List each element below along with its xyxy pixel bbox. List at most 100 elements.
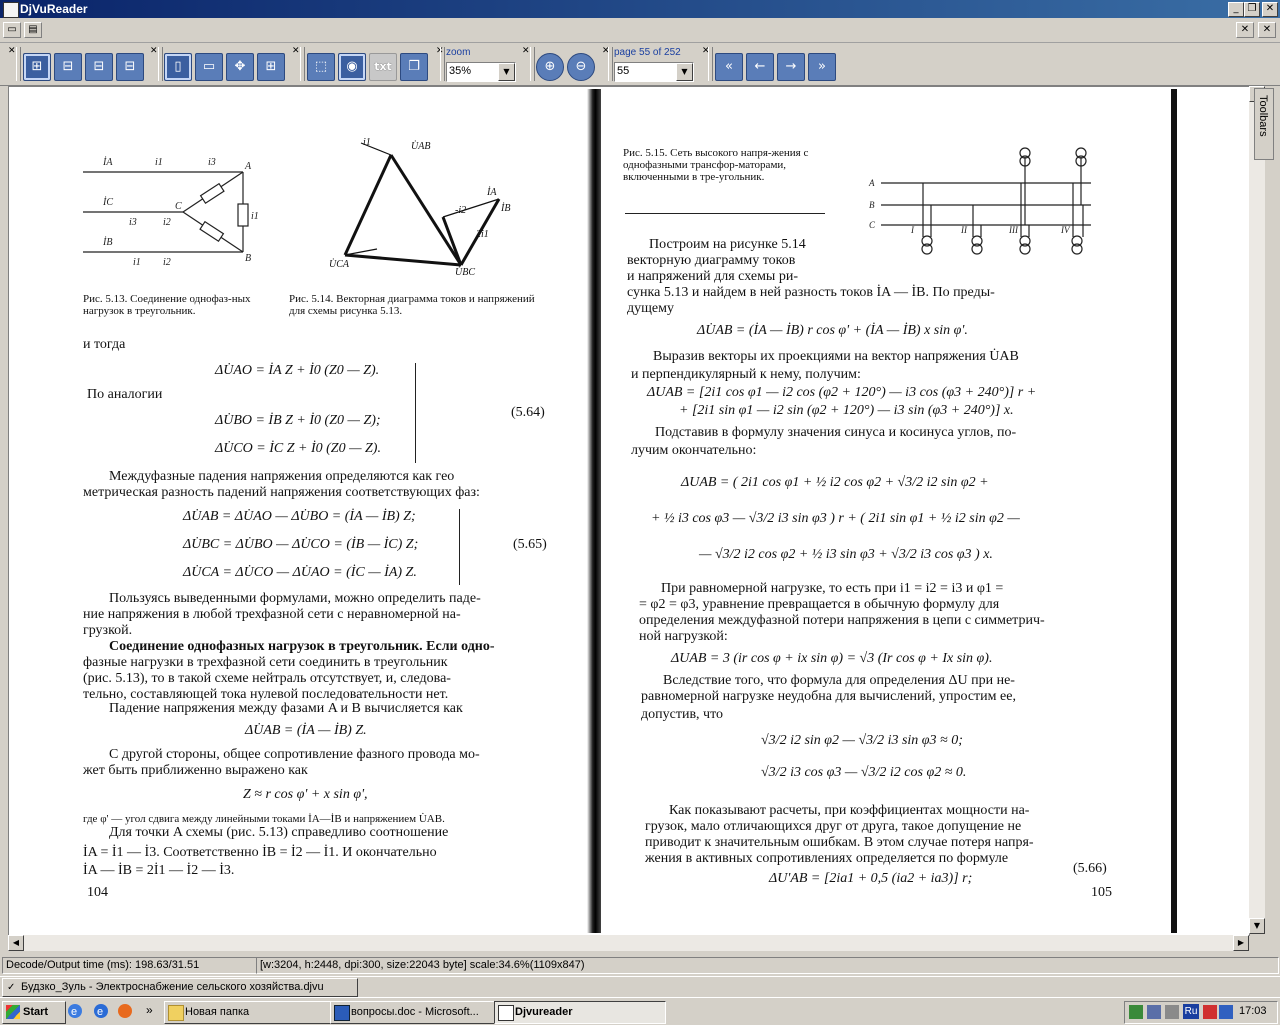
figure-5-13: İA i1 i3 A İC i3 i2 C İB i1 i2 B i1 [83, 156, 259, 268]
prev-page-icon[interactable]: ← [746, 53, 774, 81]
network-icon[interactable] [1129, 1005, 1143, 1019]
document-tab-bar: ✓ Будзко_Зуль - Электроснабжение сельско… [0, 976, 1280, 997]
toolbar-grip[interactable] [530, 47, 535, 81]
copy-icon[interactable]: ❐ [400, 53, 428, 81]
maximize-icon[interactable]: ❐ [1244, 2, 1260, 17]
svg-text:i3: i3 [208, 157, 216, 168]
toolbar-close-icon[interactable]: ✕ [8, 46, 16, 56]
djvu-icon [498, 1005, 514, 1021]
app-close-icon[interactable]: ✕ [1258, 22, 1276, 38]
folder-icon [168, 1005, 184, 1021]
open-folder-icon[interactable]: ▭ [3, 22, 21, 38]
more-icon[interactable]: » [146, 1003, 153, 1017]
toolbar-close-icon[interactable]: ✕ [522, 46, 530, 56]
text-line: векторную диаграмму токов [627, 253, 796, 268]
toolbar-grip[interactable] [158, 47, 163, 81]
scroll-left-icon[interactable]: ◀ [8, 935, 24, 951]
caption-5-13: Рис. 5.13. Соединение однофаз-ных нагруз… [83, 293, 251, 317]
search-icon[interactable] [1147, 1005, 1161, 1019]
single-page-icon[interactable]: ▯ [164, 53, 192, 81]
vertical-scrollbar[interactable]: ▲ ▼ [1249, 86, 1265, 934]
svg-text:i1: i1 [155, 157, 163, 168]
toolbar-grip[interactable] [16, 47, 21, 81]
text-mode-button[interactable]: txt [369, 53, 397, 81]
next-page-icon[interactable]: → [777, 53, 805, 81]
antivirus-icon[interactable] [1203, 1005, 1217, 1019]
text-line: фазные нагрузки в трехфазной сети соедин… [83, 655, 448, 670]
svg-text:i2: i2 [163, 257, 171, 268]
page-select[interactable]: 55 ▼ [614, 62, 694, 82]
toolbars-tab[interactable]: Toolbars [1254, 88, 1274, 160]
toolbar-grip[interactable] [300, 47, 305, 81]
quicklaunch-ie-icon[interactable]: e [66, 1002, 84, 1020]
chevron-down-icon[interactable]: ▼ [676, 63, 693, 81]
doc-close-icon[interactable]: ✕ [1236, 22, 1254, 38]
continuous-icon[interactable]: ✥ [226, 53, 254, 81]
toolbar-close-icon[interactable]: ✕ [292, 46, 300, 56]
brace [453, 509, 460, 585]
scroll-right-icon[interactable]: ▶ [1233, 935, 1249, 951]
svg-text:i1: i1 [363, 137, 371, 148]
document-view[interactable]: İA i1 i3 A İC i3 i2 C İB i1 i2 B i1 U̇AB i1 U̇CA U̇B… [8, 86, 1250, 936]
toolbar: ✕ ⊞ ⊟ ⊟ ⊟ ✕ ▯ ▭ ✥ ⊞ ✕ ⬚ ◉ txt ❐ ✕ zoom 3… [0, 43, 1280, 86]
svg-text:A: A [244, 161, 252, 172]
text-line: Междуфазные падения напряжения определяю… [109, 469, 455, 484]
text-line: метрическая разность падений напряжения … [83, 485, 480, 500]
page-number: 104 [87, 885, 108, 900]
formula-line: Z ≈ r cos φ' + x sin φ', [243, 787, 368, 802]
close-icon[interactable]: ✕ [1262, 2, 1278, 17]
language-indicator[interactable]: Ru [1183, 1004, 1199, 1019]
svg-text:C: C [175, 201, 182, 212]
taskbar-item-folder[interactable]: Новая папка [164, 1001, 336, 1024]
quicklaunch-firefox-icon[interactable] [116, 1002, 134, 1020]
toolbar-grip[interactable] [608, 47, 613, 81]
app-icon [3, 2, 19, 18]
formula-line: √3/2 i2 sin φ2 — √3/2 i3 sin φ3 ≈ 0; [761, 733, 963, 748]
chevron-down-icon[interactable]: ▼ [498, 63, 515, 81]
document-tab-label: Будзко_Зуль - Электроснабжение сельского… [21, 981, 324, 993]
thumbnail-view-4-icon[interactable]: ⊟ [116, 53, 144, 81]
windows-logo-icon [6, 1005, 20, 1019]
text-line: İA — İB = 2İ1 — İ2 — İ3. [83, 863, 235, 878]
zoom-out-icon[interactable]: ⊖ [567, 53, 595, 81]
zoom-in-icon[interactable]: ⊕ [536, 53, 564, 81]
image-mode-icon[interactable]: ◉ [338, 53, 366, 81]
svg-text:İC: İC [102, 196, 113, 208]
thumbnail-view-1-icon[interactable]: ⊞ [23, 53, 51, 81]
start-label: Start [23, 1006, 49, 1018]
grid-view-icon[interactable]: ⊞ [257, 53, 285, 81]
taskbar-item-djvureader[interactable]: Djvureader [494, 1001, 666, 1024]
clock[interactable]: 17:03 [1239, 1005, 1267, 1017]
svg-text:İA: İA [102, 156, 113, 168]
two-page-icon[interactable]: ▭ [195, 53, 223, 81]
toolbar-grip[interactable] [708, 47, 713, 81]
svg-text:U̇BC: U̇BC [455, 266, 475, 277]
text-line: Вследствие того, что формула для определ… [663, 673, 1015, 688]
volume-icon[interactable] [1165, 1005, 1179, 1019]
zoom-select[interactable]: 35% ▼ [446, 62, 516, 82]
svg-text:U̇AB: U̇AB [411, 140, 430, 152]
status-image-info: [w:3204, h:2448, dpi:300, size:22043 byt… [256, 957, 1279, 974]
save-icon[interactable]: ▤ [24, 22, 42, 38]
select-region-icon[interactable]: ⬚ [307, 53, 335, 81]
last-page-icon[interactable]: » [808, 53, 836, 81]
horizontal-scrollbar[interactable]: ◀ ▶ [8, 935, 1249, 951]
text-line: приводит к значительным ошибкам. В этом … [645, 835, 1034, 850]
toolbar-close-icon[interactable]: ✕ [150, 46, 158, 56]
text-line: грузок, мало отличающихся друг от друга,… [645, 819, 1022, 834]
thumbnail-view-2-icon[interactable]: ⊟ [54, 53, 82, 81]
toolbar-grip[interactable] [440, 47, 445, 81]
first-page-icon[interactable]: « [715, 53, 743, 81]
svg-text:İB: İB [102, 236, 112, 248]
scroll-down-icon[interactable]: ▼ [1249, 918, 1265, 934]
quicklaunch-browser-icon[interactable]: e [92, 1002, 110, 1020]
document-tab[interactable]: ✓ Будзко_Зуль - Электроснабжение сельско… [2, 978, 358, 997]
thumbnail-view-3-icon[interactable]: ⊟ [85, 53, 113, 81]
minimize-icon[interactable]: _ [1228, 2, 1244, 17]
messenger-icon[interactable] [1219, 1005, 1233, 1019]
taskbar-item-word[interactable]: вопросы.doc - Microsoft... [330, 1001, 502, 1024]
svg-text:İB: İB [500, 202, 510, 214]
text-line: Падение напряжения между фазами A и B вы… [109, 701, 463, 716]
formula-line: ΔU'AB = [2ia1 + 0,5 (ia2 + ia3)] r; [769, 871, 973, 886]
start-button[interactable]: Start [2, 1001, 66, 1024]
